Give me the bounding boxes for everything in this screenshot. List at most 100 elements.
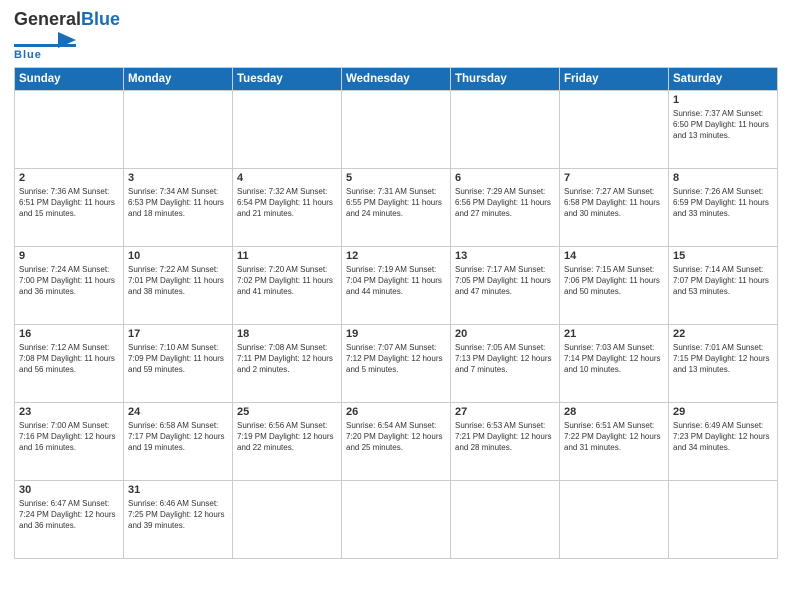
day-number: 5: [346, 172, 446, 184]
day-number: 31: [128, 484, 228, 496]
day-info: Sunrise: 7:01 AM Sunset: 7:15 PM Dayligh…: [673, 342, 773, 376]
day-info: Sunrise: 7:26 AM Sunset: 6:59 PM Dayligh…: [673, 186, 773, 220]
calendar-cell: [124, 90, 233, 168]
day-info: Sunrise: 7:10 AM Sunset: 7:09 PM Dayligh…: [128, 342, 228, 376]
calendar-cell: 19 Sunrise: 7:07 AM Sunset: 7:12 PM Dayli…: [342, 324, 451, 402]
calendar-week-row: 1 Sunrise: 7:37 AM Sunset: 6:50 PM Daylig…: [15, 90, 778, 168]
calendar-cell: 8 Sunrise: 7:26 AM Sunset: 6:59 PM Daylig…: [669, 168, 778, 246]
day-info: Sunrise: 7:15 AM Sunset: 7:06 PM Dayligh…: [564, 264, 664, 298]
col-header-saturday: Saturday: [669, 67, 778, 90]
calendar-cell: 10 Sunrise: 7:22 AM Sunset: 7:01 PM Dayli…: [124, 246, 233, 324]
day-number: 30: [19, 484, 119, 496]
day-number: 9: [19, 250, 119, 262]
day-number: 19: [346, 328, 446, 340]
calendar-cell: 3Sunrise: 7:34 AM Sunset: 6:53 PM Daylig…: [124, 168, 233, 246]
calendar-cell: 28 Sunrise: 6:51 AM Sunset: 7:22 PM Dayli…: [560, 402, 669, 480]
calendar-cell: 2 Sunrise: 7:36 AM Sunset: 6:51 PM Daylig…: [15, 168, 124, 246]
day-number: 8: [673, 172, 773, 184]
calendar-cell: 5 Sunrise: 7:31 AM Sunset: 6:55 PM Daylig…: [342, 168, 451, 246]
day-number: 2: [19, 172, 119, 184]
day-number: 4: [237, 172, 337, 184]
day-info: Sunrise: 6:47 AM Sunset: 7:24 PM Dayligh…: [19, 498, 119, 532]
logo-icon: [14, 30, 76, 48]
col-header-sunday: Sunday: [15, 67, 124, 90]
calendar-cell: [560, 90, 669, 168]
calendar-cell: 1 Sunrise: 7:37 AM Sunset: 6:50 PM Daylig…: [669, 90, 778, 168]
calendar-cell: 17 Sunrise: 7:10 AM Sunset: 7:09 PM Dayli…: [124, 324, 233, 402]
calendar-week-row: 16Sunrise: 7:12 AM Sunset: 7:08 PM Dayli…: [15, 324, 778, 402]
day-info: Sunrise: 6:56 AM Sunset: 7:19 PM Dayligh…: [237, 420, 337, 454]
logo-sub: Blue: [14, 49, 42, 61]
col-header-friday: Friday: [560, 67, 669, 90]
calendar-header-row: SundayMondayTuesdayWednesdayThursdayFrid…: [15, 67, 778, 90]
calendar-week-row: 9 Sunrise: 7:24 AM Sunset: 7:00 PM Daylig…: [15, 246, 778, 324]
calendar-cell: 14 Sunrise: 7:15 AM Sunset: 7:06 PM Dayli…: [560, 246, 669, 324]
calendar-cell: [451, 480, 560, 558]
day-info: Sunrise: 7:32 AM Sunset: 6:54 PM Dayligh…: [237, 186, 337, 220]
day-info: Sunrise: 7:36 AM Sunset: 6:51 PM Dayligh…: [19, 186, 119, 220]
day-info: Sunrise: 7:08 AM Sunset: 7:11 PM Dayligh…: [237, 342, 337, 376]
day-number: 25: [237, 406, 337, 418]
calendar-cell: 15 Sunrise: 7:14 AM Sunset: 7:07 PM Dayli…: [669, 246, 778, 324]
day-info: Sunrise: 7:37 AM Sunset: 6:50 PM Dayligh…: [673, 108, 773, 142]
col-header-thursday: Thursday: [451, 67, 560, 90]
calendar-cell: 11Sunrise: 7:20 AM Sunset: 7:02 PM Dayli…: [233, 246, 342, 324]
calendar-cell: 21Sunrise: 7:03 AM Sunset: 7:14 PM Dayli…: [560, 324, 669, 402]
col-header-wednesday: Wednesday: [342, 67, 451, 90]
day-info: Sunrise: 6:49 AM Sunset: 7:23 PM Dayligh…: [673, 420, 773, 454]
day-info: Sunrise: 7:00 AM Sunset: 7:16 PM Dayligh…: [19, 420, 119, 454]
calendar-week-row: 23Sunrise: 7:00 AM Sunset: 7:16 PM Dayli…: [15, 402, 778, 480]
day-number: 28: [564, 406, 664, 418]
day-number: 29: [673, 406, 773, 418]
day-number: 13: [455, 250, 555, 262]
calendar-cell: 25 Sunrise: 6:56 AM Sunset: 7:19 PM Dayli…: [233, 402, 342, 480]
calendar-cell: 22 Sunrise: 7:01 AM Sunset: 7:15 PM Dayli…: [669, 324, 778, 402]
calendar-cell: [15, 90, 124, 168]
day-number: 1: [673, 94, 773, 106]
day-number: 17: [128, 328, 228, 340]
day-number: 14: [564, 250, 664, 262]
day-number: 24: [128, 406, 228, 418]
day-info: Sunrise: 7:17 AM Sunset: 7:05 PM Dayligh…: [455, 264, 555, 298]
calendar-cell: 26Sunrise: 6:54 AM Sunset: 7:20 PM Dayli…: [342, 402, 451, 480]
day-number: 18: [237, 328, 337, 340]
calendar-cell: 6Sunrise: 7:29 AM Sunset: 6:56 PM Daylig…: [451, 168, 560, 246]
day-number: 12: [346, 250, 446, 262]
day-info: Sunrise: 7:05 AM Sunset: 7:13 PM Dayligh…: [455, 342, 555, 376]
day-info: Sunrise: 7:31 AM Sunset: 6:55 PM Dayligh…: [346, 186, 446, 220]
day-info: Sunrise: 6:53 AM Sunset: 7:21 PM Dayligh…: [455, 420, 555, 454]
calendar-cell: [233, 480, 342, 558]
day-number: 22: [673, 328, 773, 340]
calendar-cell: [669, 480, 778, 558]
day-number: 10: [128, 250, 228, 262]
day-info: Sunrise: 7:03 AM Sunset: 7:14 PM Dayligh…: [564, 342, 664, 376]
calendar-cell: [342, 90, 451, 168]
day-info: Sunrise: 6:51 AM Sunset: 7:22 PM Dayligh…: [564, 420, 664, 454]
col-header-tuesday: Tuesday: [233, 67, 342, 90]
day-info: Sunrise: 7:14 AM Sunset: 7:07 PM Dayligh…: [673, 264, 773, 298]
col-header-monday: Monday: [124, 67, 233, 90]
calendar-cell: 16Sunrise: 7:12 AM Sunset: 7:08 PM Dayli…: [15, 324, 124, 402]
calendar-cell: 20Sunrise: 7:05 AM Sunset: 7:13 PM Dayli…: [451, 324, 560, 402]
day-info: Sunrise: 6:46 AM Sunset: 7:25 PM Dayligh…: [128, 498, 228, 532]
day-number: 15: [673, 250, 773, 262]
calendar-cell: 7Sunrise: 7:27 AM Sunset: 6:58 PM Daylig…: [560, 168, 669, 246]
logo: GeneralBlue Blue: [14, 10, 120, 61]
day-info: Sunrise: 7:22 AM Sunset: 7:01 PM Dayligh…: [128, 264, 228, 298]
calendar-cell: [451, 90, 560, 168]
calendar-cell: 30 Sunrise: 6:47 AM Sunset: 7:24 PM Dayli…: [15, 480, 124, 558]
day-number: 6: [455, 172, 555, 184]
calendar-week-row: 2 Sunrise: 7:36 AM Sunset: 6:51 PM Daylig…: [15, 168, 778, 246]
day-info: Sunrise: 6:54 AM Sunset: 7:20 PM Dayligh…: [346, 420, 446, 454]
calendar-cell: 31 Sunrise: 6:46 AM Sunset: 7:25 PM Dayli…: [124, 480, 233, 558]
calendar-cell: [233, 90, 342, 168]
calendar-cell: 27Sunrise: 6:53 AM Sunset: 7:21 PM Dayli…: [451, 402, 560, 480]
day-info: Sunrise: 7:34 AM Sunset: 6:53 PM Dayligh…: [128, 186, 228, 220]
day-info: Sunrise: 7:24 AM Sunset: 7:00 PM Dayligh…: [19, 264, 119, 298]
day-number: 7: [564, 172, 664, 184]
day-number: 16: [19, 328, 119, 340]
calendar-cell: 24Sunrise: 6:58 AM Sunset: 7:17 PM Dayli…: [124, 402, 233, 480]
calendar-cell: 18 Sunrise: 7:08 AM Sunset: 7:11 PM Dayli…: [233, 324, 342, 402]
page-header: GeneralBlue Blue: [14, 10, 778, 61]
day-info: Sunrise: 7:07 AM Sunset: 7:12 PM Dayligh…: [346, 342, 446, 376]
